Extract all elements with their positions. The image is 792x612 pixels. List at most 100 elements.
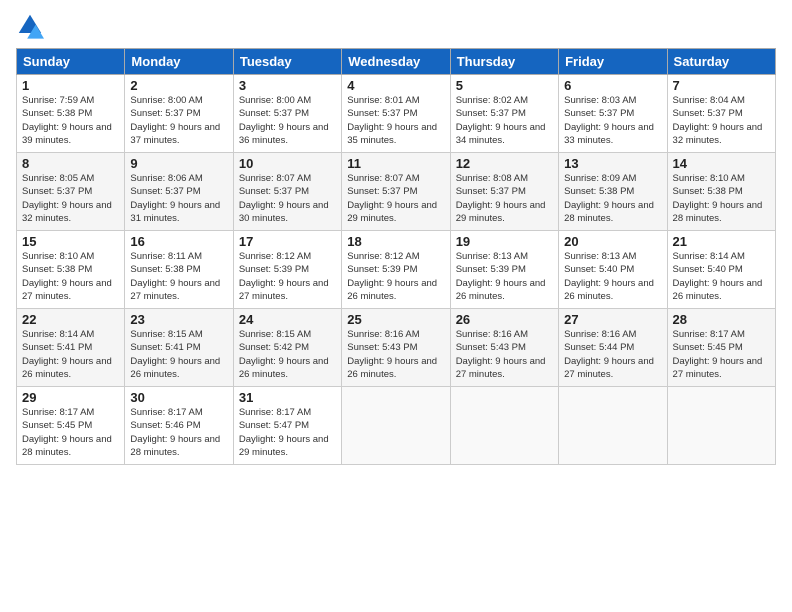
calendar-cell: 28 Sunrise: 8:17 AMSunset: 5:45 PMDaylig… [667, 309, 775, 387]
day-number: 4 [347, 78, 444, 93]
cell-info: Sunrise: 8:15 AMSunset: 5:42 PMDaylight:… [239, 329, 329, 380]
calendar-col-sunday: Sunday [17, 49, 125, 75]
calendar-cell: 1 Sunrise: 7:59 AMSunset: 5:38 PMDayligh… [17, 75, 125, 153]
cell-info: Sunrise: 8:13 AMSunset: 5:40 PMDaylight:… [564, 251, 654, 302]
calendar-cell: 10 Sunrise: 8:07 AMSunset: 5:37 PMDaylig… [233, 153, 341, 231]
day-number: 18 [347, 234, 444, 249]
cell-info: Sunrise: 8:12 AMSunset: 5:39 PMDaylight:… [239, 251, 329, 302]
calendar-cell: 26 Sunrise: 8:16 AMSunset: 5:43 PMDaylig… [450, 309, 558, 387]
cell-info: Sunrise: 8:00 AMSunset: 5:37 PMDaylight:… [130, 95, 220, 146]
calendar-cell: 6 Sunrise: 8:03 AMSunset: 5:37 PMDayligh… [559, 75, 667, 153]
day-number: 30 [130, 390, 227, 405]
calendar-cell: 15 Sunrise: 8:10 AMSunset: 5:38 PMDaylig… [17, 231, 125, 309]
day-number: 16 [130, 234, 227, 249]
calendar-col-thursday: Thursday [450, 49, 558, 75]
calendar-cell: 7 Sunrise: 8:04 AMSunset: 5:37 PMDayligh… [667, 75, 775, 153]
calendar-cell: 16 Sunrise: 8:11 AMSunset: 5:38 PMDaylig… [125, 231, 233, 309]
calendar-col-tuesday: Tuesday [233, 49, 341, 75]
calendar-col-monday: Monday [125, 49, 233, 75]
cell-info: Sunrise: 8:10 AMSunset: 5:38 PMDaylight:… [673, 173, 763, 224]
calendar-week-4: 22 Sunrise: 8:14 AMSunset: 5:41 PMDaylig… [17, 309, 776, 387]
calendar-cell: 20 Sunrise: 8:13 AMSunset: 5:40 PMDaylig… [559, 231, 667, 309]
day-number: 31 [239, 390, 336, 405]
cell-info: Sunrise: 8:02 AMSunset: 5:37 PMDaylight:… [456, 95, 546, 146]
logo-icon [16, 12, 44, 40]
day-number: 28 [673, 312, 770, 327]
day-number: 2 [130, 78, 227, 93]
cell-info: Sunrise: 8:16 AMSunset: 5:44 PMDaylight:… [564, 329, 654, 380]
day-number: 14 [673, 156, 770, 171]
cell-info: Sunrise: 8:16 AMSunset: 5:43 PMDaylight:… [347, 329, 437, 380]
calendar-cell [450, 387, 558, 465]
calendar-cell: 8 Sunrise: 8:05 AMSunset: 5:37 PMDayligh… [17, 153, 125, 231]
day-number: 23 [130, 312, 227, 327]
calendar-cell: 23 Sunrise: 8:15 AMSunset: 5:41 PMDaylig… [125, 309, 233, 387]
cell-info: Sunrise: 8:17 AMSunset: 5:45 PMDaylight:… [673, 329, 763, 380]
calendar-cell: 21 Sunrise: 8:14 AMSunset: 5:40 PMDaylig… [667, 231, 775, 309]
calendar-table: SundayMondayTuesdayWednesdayThursdayFrid… [16, 48, 776, 465]
cell-info: Sunrise: 8:16 AMSunset: 5:43 PMDaylight:… [456, 329, 546, 380]
cell-info: Sunrise: 7:59 AMSunset: 5:38 PMDaylight:… [22, 95, 112, 146]
calendar-col-saturday: Saturday [667, 49, 775, 75]
day-number: 5 [456, 78, 553, 93]
header [16, 12, 776, 40]
calendar-cell: 5 Sunrise: 8:02 AMSunset: 5:37 PMDayligh… [450, 75, 558, 153]
calendar-col-friday: Friday [559, 49, 667, 75]
calendar-col-wednesday: Wednesday [342, 49, 450, 75]
calendar-week-5: 29 Sunrise: 8:17 AMSunset: 5:45 PMDaylig… [17, 387, 776, 465]
calendar-cell [559, 387, 667, 465]
day-number: 9 [130, 156, 227, 171]
cell-info: Sunrise: 8:07 AMSunset: 5:37 PMDaylight:… [239, 173, 329, 224]
main-container: SundayMondayTuesdayWednesdayThursdayFrid… [0, 0, 792, 477]
day-number: 7 [673, 78, 770, 93]
cell-info: Sunrise: 8:05 AMSunset: 5:37 PMDaylight:… [22, 173, 112, 224]
day-number: 1 [22, 78, 119, 93]
cell-info: Sunrise: 8:04 AMSunset: 5:37 PMDaylight:… [673, 95, 763, 146]
calendar-week-1: 1 Sunrise: 7:59 AMSunset: 5:38 PMDayligh… [17, 75, 776, 153]
day-number: 10 [239, 156, 336, 171]
day-number: 25 [347, 312, 444, 327]
day-number: 8 [22, 156, 119, 171]
calendar-cell: 18 Sunrise: 8:12 AMSunset: 5:39 PMDaylig… [342, 231, 450, 309]
calendar-cell: 30 Sunrise: 8:17 AMSunset: 5:46 PMDaylig… [125, 387, 233, 465]
calendar-header-row: SundayMondayTuesdayWednesdayThursdayFrid… [17, 49, 776, 75]
cell-info: Sunrise: 8:17 AMSunset: 5:46 PMDaylight:… [130, 407, 220, 458]
cell-info: Sunrise: 8:09 AMSunset: 5:38 PMDaylight:… [564, 173, 654, 224]
calendar-cell: 11 Sunrise: 8:07 AMSunset: 5:37 PMDaylig… [342, 153, 450, 231]
calendar-cell: 9 Sunrise: 8:06 AMSunset: 5:37 PMDayligh… [125, 153, 233, 231]
day-number: 15 [22, 234, 119, 249]
calendar-cell: 22 Sunrise: 8:14 AMSunset: 5:41 PMDaylig… [17, 309, 125, 387]
cell-info: Sunrise: 8:15 AMSunset: 5:41 PMDaylight:… [130, 329, 220, 380]
day-number: 29 [22, 390, 119, 405]
cell-info: Sunrise: 8:06 AMSunset: 5:37 PMDaylight:… [130, 173, 220, 224]
calendar-cell: 4 Sunrise: 8:01 AMSunset: 5:37 PMDayligh… [342, 75, 450, 153]
day-number: 21 [673, 234, 770, 249]
calendar-cell: 29 Sunrise: 8:17 AMSunset: 5:45 PMDaylig… [17, 387, 125, 465]
day-number: 27 [564, 312, 661, 327]
day-number: 11 [347, 156, 444, 171]
day-number: 20 [564, 234, 661, 249]
calendar-cell: 3 Sunrise: 8:00 AMSunset: 5:37 PMDayligh… [233, 75, 341, 153]
cell-info: Sunrise: 8:10 AMSunset: 5:38 PMDaylight:… [22, 251, 112, 302]
day-number: 12 [456, 156, 553, 171]
cell-info: Sunrise: 8:00 AMSunset: 5:37 PMDaylight:… [239, 95, 329, 146]
calendar-cell: 17 Sunrise: 8:12 AMSunset: 5:39 PMDaylig… [233, 231, 341, 309]
cell-info: Sunrise: 8:13 AMSunset: 5:39 PMDaylight:… [456, 251, 546, 302]
calendar-week-2: 8 Sunrise: 8:05 AMSunset: 5:37 PMDayligh… [17, 153, 776, 231]
day-number: 6 [564, 78, 661, 93]
calendar-week-3: 15 Sunrise: 8:10 AMSunset: 5:38 PMDaylig… [17, 231, 776, 309]
calendar-cell: 2 Sunrise: 8:00 AMSunset: 5:37 PMDayligh… [125, 75, 233, 153]
logo [16, 12, 48, 40]
calendar-cell: 12 Sunrise: 8:08 AMSunset: 5:37 PMDaylig… [450, 153, 558, 231]
cell-info: Sunrise: 8:17 AMSunset: 5:47 PMDaylight:… [239, 407, 329, 458]
day-number: 13 [564, 156, 661, 171]
calendar-cell: 27 Sunrise: 8:16 AMSunset: 5:44 PMDaylig… [559, 309, 667, 387]
calendar-cell [342, 387, 450, 465]
cell-info: Sunrise: 8:11 AMSunset: 5:38 PMDaylight:… [130, 251, 220, 302]
cell-info: Sunrise: 8:03 AMSunset: 5:37 PMDaylight:… [564, 95, 654, 146]
cell-info: Sunrise: 8:12 AMSunset: 5:39 PMDaylight:… [347, 251, 437, 302]
day-number: 26 [456, 312, 553, 327]
day-number: 17 [239, 234, 336, 249]
calendar-cell [667, 387, 775, 465]
calendar-cell: 19 Sunrise: 8:13 AMSunset: 5:39 PMDaylig… [450, 231, 558, 309]
